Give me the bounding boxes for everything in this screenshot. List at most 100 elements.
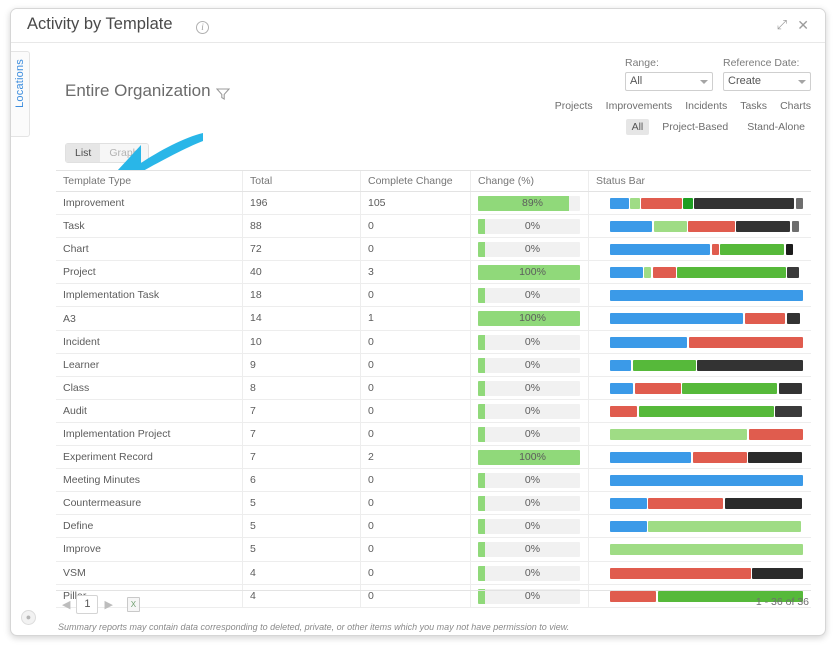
cell-change-pct: 0%: [470, 284, 588, 307]
reference-date-filter: Reference Date: Create: [723, 57, 811, 91]
table-row[interactable]: Project 40 3 100%: [56, 261, 811, 285]
table-row[interactable]: A3 14 1 100%: [56, 307, 811, 331]
change-pct-bar: 0%: [478, 473, 580, 489]
range-select[interactable]: All: [625, 72, 713, 91]
status-bar-segment: [791, 221, 800, 233]
export-excel-icon[interactable]: X: [126, 596, 140, 612]
cell-change-pct: 0%: [470, 422, 588, 446]
change-pct-bar: 0%: [478, 357, 580, 373]
table-row[interactable]: Task 88 0 0%: [56, 215, 811, 239]
cell-status-bar: [588, 238, 811, 261]
expand-icon[interactable]: ⤢: [777, 18, 787, 32]
table-footer: ◀ 1 ▶ X 1 - 36 of 36 Summary reports may…: [56, 590, 811, 632]
tab-all[interactable]: All: [625, 119, 650, 135]
table-row[interactable]: Implementation Task 18 0 0%: [56, 284, 811, 308]
sidebar-tab-locations[interactable]: Locations: [11, 51, 30, 137]
footer-divider: [56, 590, 811, 591]
table-row[interactable]: Class 8 0 0%: [56, 376, 811, 400]
tab-project-based[interactable]: Project-Based: [656, 119, 734, 135]
change-pct-bar: 0%: [478, 519, 580, 535]
column-header-change-pct[interactable]: Change (%): [470, 171, 588, 191]
cell-status-bar: [588, 284, 811, 307]
range-label: Range:: [625, 57, 659, 69]
cell-change-pct: 0%: [470, 215, 588, 238]
status-bar-segment: [778, 382, 802, 394]
status-bar: [603, 498, 803, 510]
cell-status-bar: [588, 353, 811, 376]
change-pct-bar: 0%: [478, 380, 580, 396]
table-row[interactable]: Improvement 196 105 89%: [56, 192, 811, 216]
sidebar-tab-locations-label: Locations: [14, 59, 26, 108]
table-row[interactable]: Improve 5 0 0%: [56, 538, 811, 562]
column-header-template-type[interactable]: Template Type: [56, 175, 242, 187]
cell-complete-change: 1: [360, 307, 470, 330]
cell-template-type: Incident: [63, 335, 100, 348]
tab-improvements[interactable]: Improvements: [606, 100, 673, 112]
table-row[interactable]: Meeting Minutes 6 0 0%: [56, 469, 811, 493]
change-pct-label: 89%: [521, 197, 543, 209]
status-bar: [603, 405, 803, 417]
table-row[interactable]: Implementation Project 7 0 0%: [56, 422, 811, 447]
cell-change-pct: 89%: [470, 192, 588, 215]
status-bar-segment: [785, 244, 793, 256]
table-row[interactable]: Countermeasure 5 0 0%: [56, 492, 811, 516]
tab-incidents[interactable]: Incidents: [685, 100, 727, 112]
next-page-button[interactable]: ▶: [98, 598, 118, 611]
change-pct-bar: 0%: [478, 242, 580, 258]
change-pct-bar: 100%: [478, 265, 580, 281]
reference-date-select[interactable]: Create: [723, 72, 811, 91]
cell-total: 14: [242, 307, 360, 330]
tab-charts[interactable]: Charts: [780, 100, 811, 112]
cell-template-type: Project: [63, 266, 96, 279]
cell-total: 8: [242, 376, 360, 399]
table-row[interactable]: Experiment Record 7 2 100%: [56, 446, 811, 470]
status-bar-segment: [610, 428, 748, 440]
view-toggle-graph[interactable]: Graph: [100, 144, 148, 162]
status-bar-segment: [638, 405, 774, 417]
cell-change-pct: 0%: [470, 330, 588, 353]
table-row[interactable]: Chart 72 0 0%: [56, 238, 811, 262]
cell-complete-change: 2: [360, 446, 470, 469]
cell-total: 18: [242, 284, 360, 307]
page-number-input[interactable]: 1: [76, 594, 99, 614]
table-row[interactable]: Audit 7 0 0%: [56, 399, 811, 423]
status-bar: [603, 267, 803, 279]
close-icon[interactable]: ✕: [797, 18, 809, 32]
change-pct-bar: 100%: [478, 311, 580, 327]
tab-stand-alone[interactable]: Stand-Alone: [741, 119, 811, 135]
pagination: ◀ 1 ▶ X: [56, 590, 811, 618]
change-pct-label: 0%: [524, 427, 541, 440]
table-row[interactable]: Incident 10 0 0%: [56, 330, 811, 354]
table-row[interactable]: VSM 4 0 0%: [56, 561, 811, 585]
cell-status-bar: [588, 561, 811, 584]
change-pct-bar: 0%: [478, 426, 580, 442]
funnel-filter-icon[interactable]: [216, 87, 230, 101]
table-row[interactable]: Define 5 0 0%: [56, 515, 811, 539]
column-header-complete-change[interactable]: Complete Change: [360, 171, 470, 191]
table-row[interactable]: Learner 9 0 0%: [56, 353, 811, 377]
change-pct-label: 0%: [524, 404, 541, 417]
info-icon[interactable]: i: [196, 21, 209, 34]
status-bar: [603, 452, 803, 464]
status-bar-segment: [610, 475, 803, 487]
status-bar: [603, 475, 803, 487]
column-header-status-bar[interactable]: Status Bar: [588, 171, 811, 191]
column-header-total[interactable]: Total: [242, 171, 360, 191]
corner-toggle-button[interactable]: ●: [21, 610, 36, 625]
status-bar-segment: [610, 382, 634, 394]
prev-page-button[interactable]: ◀: [56, 598, 76, 611]
cell-template-type: Implementation Task: [63, 289, 160, 302]
cell-total: 196: [242, 192, 360, 215]
tab-tasks[interactable]: Tasks: [740, 100, 767, 112]
tab-projects[interactable]: Projects: [555, 100, 593, 112]
cell-total: 10: [242, 330, 360, 353]
cell-status-bar: [588, 261, 811, 284]
cell-status-bar: [588, 330, 811, 353]
status-bar-segment: [688, 336, 803, 348]
status-bar-segment: [644, 267, 652, 279]
status-bar-segment: [748, 452, 803, 464]
cell-complete-change: 0: [360, 469, 470, 492]
status-bar-segment: [634, 382, 681, 394]
cell-change-pct: 100%: [470, 446, 588, 469]
view-toggle-list[interactable]: List: [66, 144, 101, 162]
